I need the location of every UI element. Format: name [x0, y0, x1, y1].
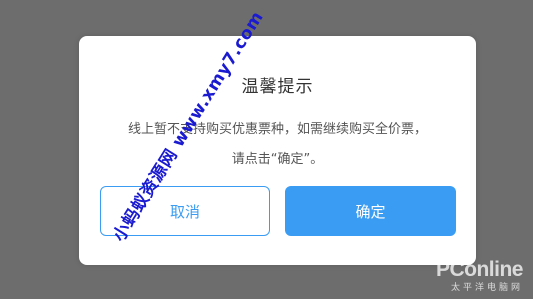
prompt-dialog: 温馨提示 线上暂不支持购买优惠票种，如需继续购买全价票， 请点击“确定”。 取消… [79, 36, 476, 265]
logo-subtitle: 太平洋电脑网 [450, 283, 523, 293]
pconline-logo: PConline 太平洋电脑网 [413, 258, 524, 293]
dialog-message-line-1: 线上暂不支持购买优惠票种，如需继续购买全价票， [127, 122, 427, 137]
logo-wordmark: PConline [435, 258, 524, 281]
confirm-button[interactable]: 确定 [285, 186, 456, 236]
dialog-title: 温馨提示 [241, 77, 314, 97]
